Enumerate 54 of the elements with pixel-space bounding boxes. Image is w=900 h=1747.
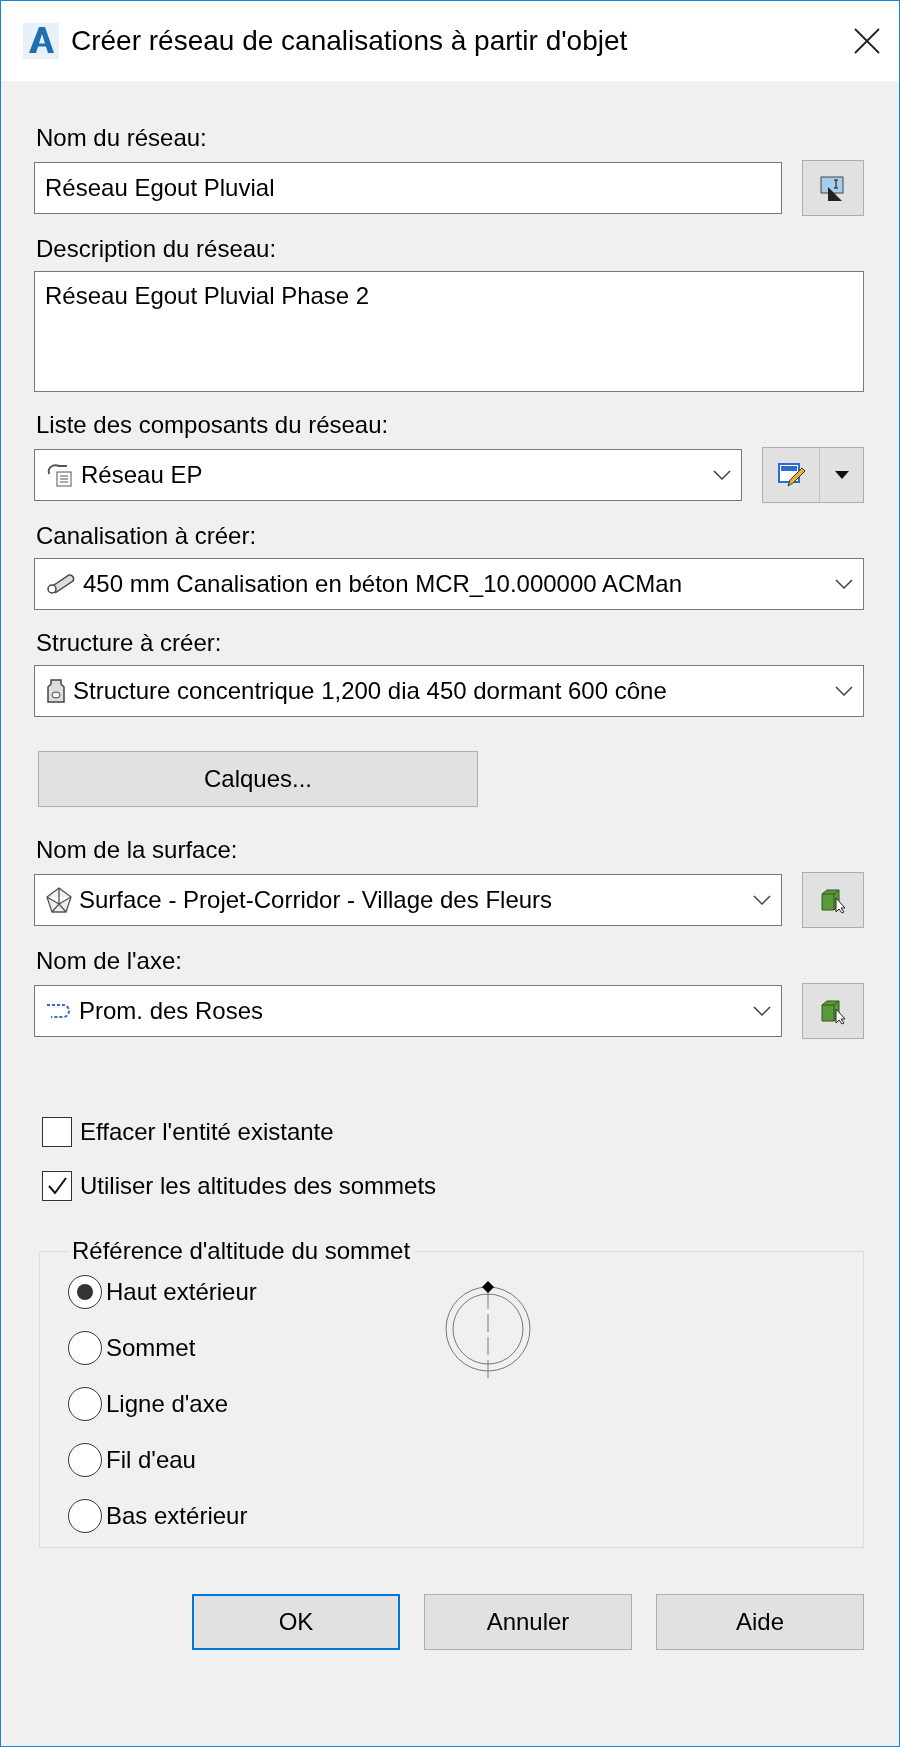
pick-surface-button[interactable] — [802, 872, 864, 928]
dropdown-chevron-icon — [835, 686, 853, 696]
dialog-button[interactable]: Aide — [656, 1594, 864, 1650]
cube-cursor-icon — [819, 997, 847, 1025]
app-logo-icon — [23, 23, 59, 59]
dropdown-chevron-icon — [835, 579, 853, 589]
structure-dropdown[interactable]: Structure concentrique 1,200 dia 450 dormant 600 cône — [34, 665, 864, 717]
radio-label: Bas extérieur — [106, 1502, 248, 1530]
dropdown-chevron-icon — [753, 895, 771, 905]
field-label: Description du réseau: — [36, 235, 278, 263]
radio-button[interactable] — [68, 1499, 102, 1533]
pick-name-button[interactable] — [802, 160, 864, 216]
radio-button[interactable] — [68, 1331, 102, 1365]
radio-button[interactable] — [68, 1275, 102, 1309]
checkbox-label: Utiliser les altitudes des sommets — [80, 1172, 437, 1200]
layers-button[interactable]: Calques... — [38, 751, 478, 807]
checkbox[interactable] — [42, 1117, 72, 1147]
cube-cursor-icon — [819, 886, 847, 914]
checkmark-icon — [46, 1175, 68, 1197]
close-icon[interactable] — [853, 27, 881, 55]
description-field[interactable]: Réseau Egout Pluvial Phase 2 — [34, 271, 864, 392]
dropdown-chevron-icon — [753, 1006, 771, 1016]
pick-alignment-button[interactable] — [802, 983, 864, 1039]
radio-label: Fil d'eau — [106, 1446, 196, 1474]
edit-split-button[interactable] — [762, 447, 864, 503]
checkbox[interactable] — [42, 1171, 72, 1201]
radio-button[interactable] — [68, 1387, 102, 1421]
window-title: Créer réseau de canalisations à partir d'objet — [71, 25, 629, 57]
surface-pentagon-icon — [45, 886, 73, 914]
network-name-field[interactable]: Réseau Egout Pluvial — [34, 162, 782, 214]
manhole-structure-icon — [45, 677, 67, 705]
field-label: Nom du réseau: — [36, 124, 208, 152]
dropdown-chevron-icon — [713, 470, 731, 480]
edit-pencil-icon — [776, 460, 806, 490]
radio-button[interactable] — [68, 1443, 102, 1477]
pipe-dropdown[interactable]: 450 mm Canalisation en béton MCR_10.000000 ACMan — [34, 558, 864, 610]
dropdown-arrow-icon — [834, 471, 849, 479]
pipe-icon — [45, 574, 77, 594]
parts-list-dropdown[interactable]: Réseau EP — [34, 449, 742, 501]
field-label: Nom de l'axe: — [36, 947, 183, 975]
pipe-list-icon — [45, 462, 75, 488]
radio-label: Ligne d'axe — [106, 1390, 228, 1418]
alignment-dropdown[interactable]: Prom. des Roses — [34, 985, 782, 1037]
field-label: Canalisation à créer: — [36, 522, 258, 550]
dialog-button[interactable]: OK — [192, 1594, 400, 1650]
radio-label: Sommet — [106, 1334, 196, 1362]
group-title: Référence d'altitude du sommet — [71, 1237, 412, 1265]
dialog-button[interactable]: Annuler — [424, 1594, 632, 1650]
field-label: Structure à créer: — [36, 629, 223, 657]
field-label: Nom de la surface: — [36, 836, 239, 864]
field-label: Liste des composants du réseau: — [36, 411, 390, 439]
radio-label: Haut extérieur — [106, 1278, 257, 1306]
surface-dropdown[interactable]: Surface - Projet-Corridor - Village des Fleurs — [34, 874, 782, 926]
checkbox-label: Effacer l'entité existante — [80, 1118, 334, 1146]
